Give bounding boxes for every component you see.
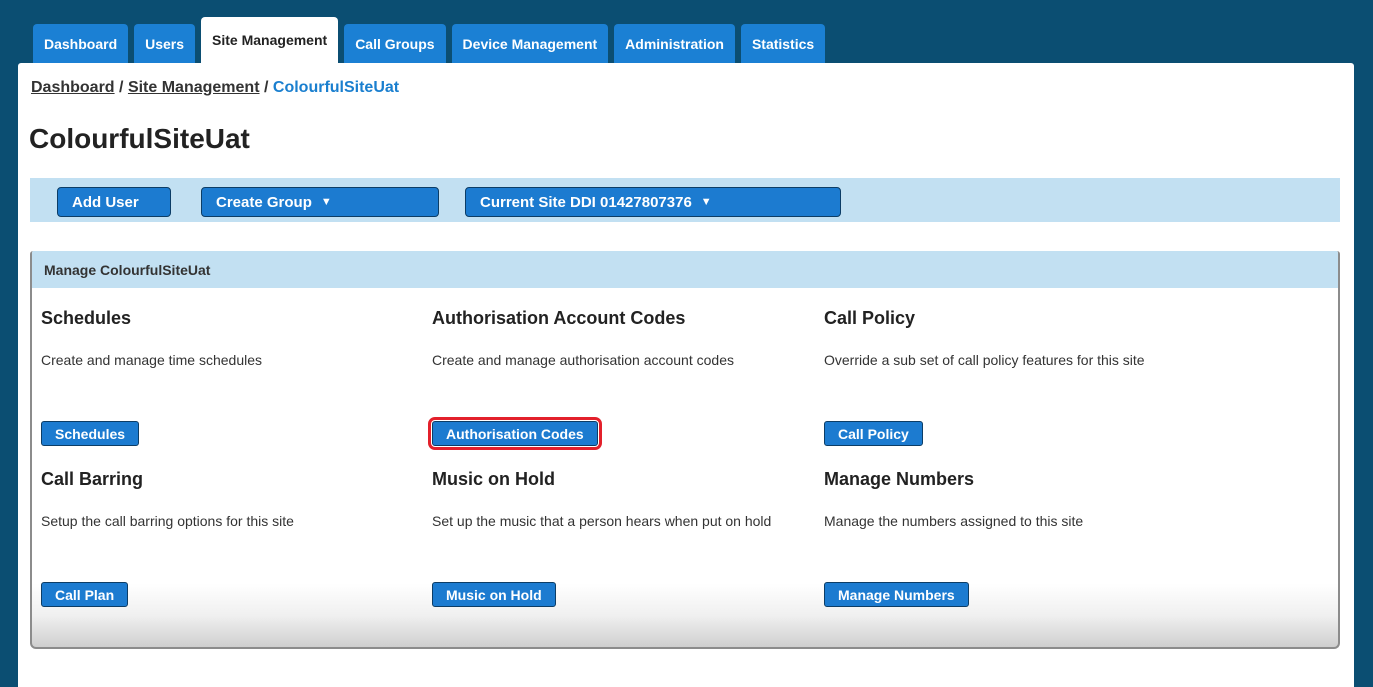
call-policy-button[interactable]: Call Policy: [824, 421, 923, 446]
current-site-ddi-dropdown[interactable]: Current Site DDI 01427807376 ▼: [465, 187, 841, 217]
feature-title: Call Barring: [41, 469, 144, 489]
tab-statistics[interactable]: Statistics: [740, 24, 826, 63]
feature-title: Music on Hold: [432, 469, 555, 489]
caret-down-icon: ▼: [700, 196, 712, 208]
tab-device-management[interactable]: Device Management: [451, 24, 609, 63]
music-on-hold-button[interactable]: Music on Hold: [432, 582, 556, 607]
create-group-dropdown[interactable]: Create Group ▼: [201, 187, 439, 217]
content-panel: Dashboard / Site Management / ColourfulS…: [18, 63, 1354, 687]
authorisation-codes-button[interactable]: Authorisation Codes: [428, 417, 602, 450]
add-user-button[interactable]: Add User: [57, 187, 171, 217]
feature-description: Override a sub set of call policy featur…: [824, 352, 1145, 368]
feature-description: Set up the music that a person hears whe…: [432, 513, 772, 529]
create-group-label: Create Group: [216, 193, 312, 211]
tab-administration[interactable]: Administration: [614, 24, 735, 63]
tab-call-groups[interactable]: Call Groups: [344, 24, 446, 63]
page-title: ColourfulSiteUat: [29, 123, 250, 154]
feature-title: Authorisation Account Codes: [432, 308, 686, 328]
tab-site-management[interactable]: Site Management: [201, 17, 339, 63]
feature-title: Schedules: [41, 308, 132, 328]
feature-manage-numbers: Manage Numbers Manage the numbers assign…: [824, 469, 1204, 607]
feature-title: Call Policy: [824, 308, 916, 328]
breadcrumb-separator: /: [263, 79, 269, 96]
schedules-button[interactable]: Schedules: [41, 421, 140, 446]
manage-site-header: Manage ColourfulSiteUat: [32, 251, 1338, 288]
current-site-ddi-label: Current Site DDI 01427807376: [480, 193, 692, 211]
feature-description: Create and manage time schedules: [41, 352, 263, 368]
caret-down-icon: ▼: [320, 196, 332, 208]
breadcrumb-current: ColourfulSiteUat: [272, 79, 400, 96]
tab-dashboard[interactable]: Dashboard: [33, 24, 129, 63]
feature-description: Setup the call barring options for this …: [41, 513, 294, 529]
manage-numbers-button[interactable]: Manage Numbers: [824, 582, 969, 607]
add-user-button-label: Add User: [72, 193, 139, 211]
main-nav-tabs: Dashboard Users Site Management Call Gro…: [33, 17, 826, 63]
feature-call-barring: Call Barring Setup the call barring opti…: [41, 469, 421, 607]
manage-site-section: Manage ColourfulSiteUat Schedules Create…: [30, 251, 1340, 649]
feature-schedules: Schedules Create and manage time schedul…: [41, 308, 421, 446]
feature-description: Manage the numbers assigned to this site: [824, 513, 1084, 529]
tab-users[interactable]: Users: [134, 24, 196, 63]
feature-music-on-hold: Music on Hold Set up the music that a pe…: [432, 469, 812, 607]
feature-title: Manage Numbers: [824, 469, 975, 489]
breadcrumb-separator: /: [119, 79, 124, 96]
breadcrumb-dashboard-link[interactable]: Dashboard: [31, 79, 115, 96]
breadcrumb: Dashboard / Site Management / ColourfulS…: [31, 79, 399, 97]
call-plan-button[interactable]: Call Plan: [41, 582, 129, 607]
breadcrumb-site-management-link[interactable]: Site Management: [128, 79, 260, 96]
feature-authorisation-account-codes: Authorisation Account Codes Create and m…: [428, 308, 812, 450]
feature-call-policy: Call Policy Override a sub set of call p…: [824, 308, 1204, 446]
feature-description: Create and manage authorisation account …: [432, 352, 734, 368]
site-toolbar: Add User Create Group ▼ Current Site DDI…: [30, 178, 1340, 222]
